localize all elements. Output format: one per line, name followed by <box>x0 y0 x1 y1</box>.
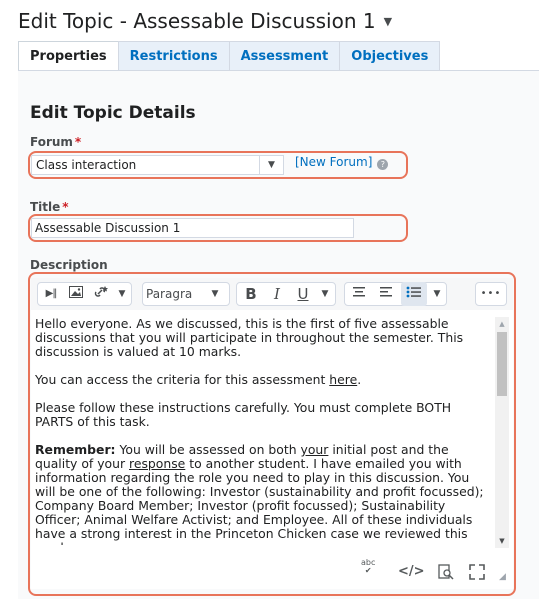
new-forum-link[interactable]: [New Forum]? <box>295 155 389 170</box>
forum-select[interactable]: Class interaction ▼ <box>31 155 284 175</box>
tab-properties[interactable]: Properties <box>18 41 119 71</box>
section-heading: Edit Topic Details <box>30 103 196 123</box>
tab-bar: Properties Restrictions Assessment Objec… <box>18 41 441 71</box>
description-highlight <box>28 272 516 596</box>
description-label: Description <box>30 258 108 272</box>
forum-selected-value: Class interaction <box>36 158 137 172</box>
title-label: Title * <box>30 200 69 214</box>
tab-restrictions[interactable]: Restrictions <box>117 41 230 71</box>
tab-objectives[interactable]: Objectives <box>339 41 441 71</box>
help-icon[interactable]: ? <box>377 159 389 170</box>
title-input[interactable]: Assessable Discussion 1 <box>31 218 354 238</box>
title-dropdown-icon[interactable]: ▼ <box>384 15 392 28</box>
chevron-down-icon[interactable]: ▼ <box>259 156 283 174</box>
forum-label: Forum * <box>30 135 82 149</box>
page-title: Edit Topic - Assessable Discussion 1 ▼ <box>18 9 393 33</box>
required-marker: * <box>62 200 69 214</box>
tab-assessment[interactable]: Assessment <box>228 41 341 71</box>
required-marker: * <box>74 135 82 149</box>
